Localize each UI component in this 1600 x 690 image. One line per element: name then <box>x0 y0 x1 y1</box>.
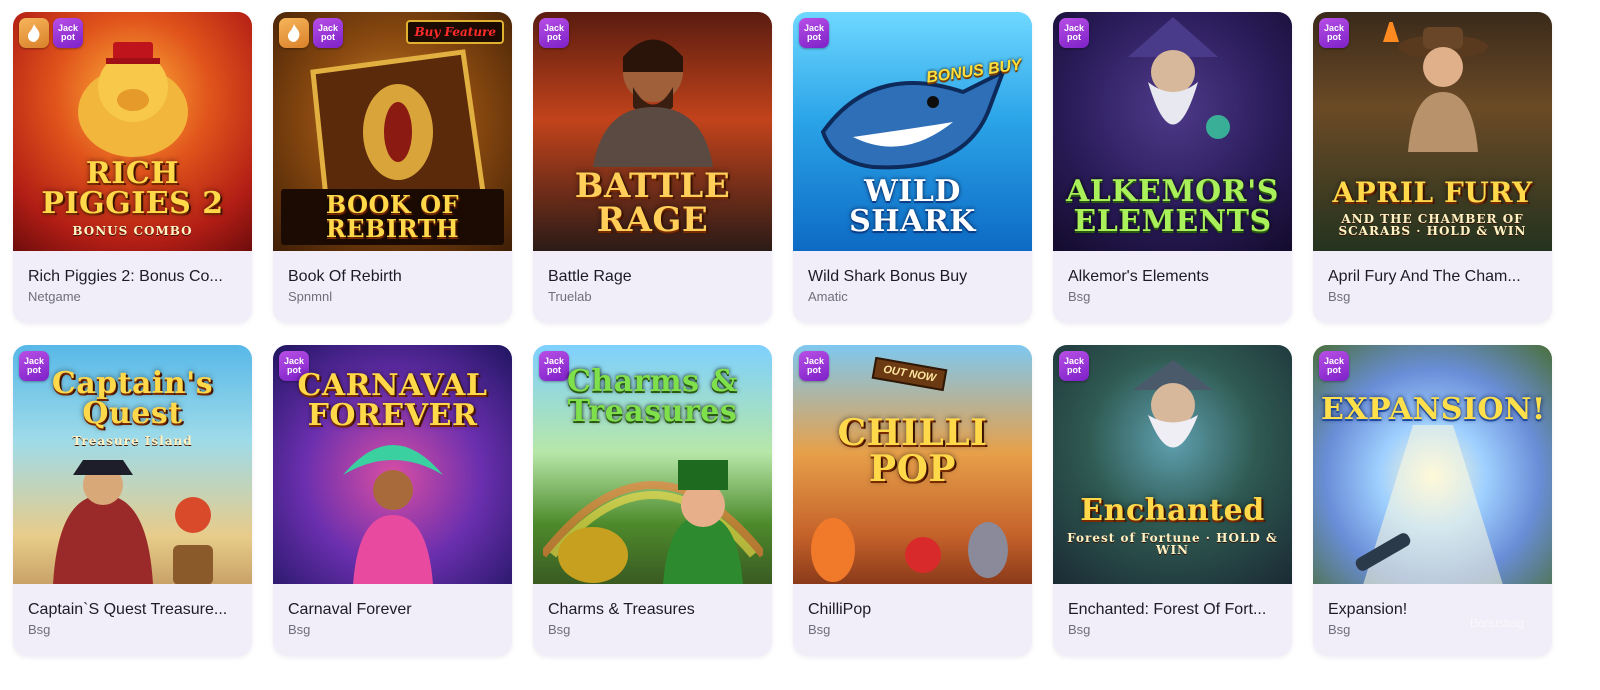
game-logo: Enchanted Forest of Fortune · HOLD & WIN <box>1067 493 1278 557</box>
jackpot-badge: Jack pot <box>53 18 83 48</box>
buy-feature-tag: Buy Feature <box>406 20 504 44</box>
jackpot-badge: Jack pot <box>1319 351 1349 381</box>
game-thumbnail[interactable]: Jack pot Charms & Treasures <box>533 345 772 584</box>
game-title[interactable]: Book Of Rebirth <box>288 267 497 286</box>
game-logo: BOOK OF REBIRTH <box>281 189 504 245</box>
game-thumbnail[interactable]: Jack pot Enchanted Forest of Fortune · HO… <box>1053 345 1292 584</box>
game-logo: CARNAVAL FOREVER <box>297 368 488 433</box>
bonus-buy-tag: BONUS BUY <box>925 56 1023 87</box>
game-info: Carnaval Forever Bsg <box>273 584 512 656</box>
game-thumbnail[interactable]: Jack pot ALKEMOR'S ELEMENTS <box>1053 12 1292 251</box>
game-info: Expansion! Bsg <box>1313 584 1552 656</box>
game-info: Book Of Rebirth Spnmnl <box>273 251 512 323</box>
game-provider: Bsg <box>1328 289 1351 304</box>
game-provider: Netgame <box>28 289 81 304</box>
jackpot-badge: Jack pot <box>279 351 309 381</box>
game-thumbnail[interactable]: Jack pot APRIL FURY AND THE CHAMBER OF SC… <box>1313 12 1552 251</box>
jackpot-badge: Jack pot <box>19 351 49 381</box>
game-logo: BATTLE RAGE <box>574 166 731 240</box>
game-provider: Truelab <box>548 289 592 304</box>
game-provider: Bsg <box>1068 622 1091 637</box>
game-title[interactable]: April Fury And The Cham... <box>1328 267 1537 286</box>
game-info: ChilliPop Bsg <box>793 584 1032 656</box>
jackpot-badge: Jack pot <box>799 18 829 48</box>
game-title[interactable]: Expansion! <box>1328 600 1537 619</box>
game-card-captains-quest[interactable]: Jack pot Captain's Quest Treasure Island … <box>13 345 252 656</box>
game-provider: Bsg <box>1328 622 1351 637</box>
game-title[interactable]: Battle Rage <box>548 267 757 286</box>
game-title[interactable]: Enchanted: Forest Of Fort... <box>1068 600 1277 619</box>
jackpot-badge: Jack pot <box>539 18 569 48</box>
game-info: Battle Rage Truelab <box>533 251 772 323</box>
game-card-chillipop[interactable]: Jack pot OUT NOW CHILLI POP ChilliPop Bsg <box>793 345 1032 656</box>
games-grid: Jack pot RICH PIGGIES 2 BONUS COMBO Rich … <box>13 12 1552 656</box>
game-thumbnail[interactable]: Jack pot OUT NOW CHILLI POP <box>793 345 1032 584</box>
game-thumbnail[interactable]: Jack pot EXPANSION! <box>1313 345 1552 584</box>
game-logo: ALKEMOR'S ELEMENTS <box>1066 174 1279 239</box>
game-provider: Spnmnl <box>288 289 333 304</box>
game-info: Enchanted: Forest Of Fort... Bsg <box>1053 584 1292 656</box>
out-now-tag: OUT NOW <box>871 356 948 392</box>
game-thumbnail[interactable]: Jack pot BONUS BUY WILD SHARK <box>793 12 1032 251</box>
game-card-book-of-rebirth[interactable]: Jack pot Buy Feature BOOK OF REBIRTH Book… <box>273 12 512 323</box>
game-provider: Bsg <box>548 622 571 637</box>
game-logo: WILD SHARK <box>849 174 976 239</box>
game-card-enchanted-forest[interactable]: Jack pot Enchanted Forest of Fortune · HO… <box>1053 345 1292 656</box>
jackpot-badge: Jack pot <box>799 351 829 381</box>
game-thumbnail[interactable]: Jack pot Buy Feature BOOK OF REBIRTH <box>273 12 512 251</box>
game-logo: CHILLI POP <box>837 412 988 490</box>
game-card-charms-treasures[interactable]: Jack pot Charms & Treasures Charms & Trea… <box>533 345 772 656</box>
game-logo: APRIL FURY AND THE CHAMBER OF SCARABS · … <box>1332 176 1533 238</box>
game-info: Wild Shark Bonus Buy Amatic <box>793 251 1032 323</box>
game-title[interactable]: Alkemor's Elements <box>1068 267 1277 286</box>
game-info: Rich Piggies 2: Bonus Co... Netgame <box>13 251 252 323</box>
game-thumbnail[interactable]: Jack pot CARNAVAL FOREVER <box>273 345 512 584</box>
game-thumbnail[interactable]: Jack pot BATTLE RAGE <box>533 12 772 251</box>
game-info: Charms & Treasures Bsg <box>533 584 772 656</box>
game-provider: Bsg <box>28 622 51 637</box>
game-provider: Bsg <box>1068 289 1091 304</box>
game-logo: RICH PIGGIES 2 BONUS COMBO <box>41 156 224 238</box>
game-card-alkemors-elements[interactable]: Jack pot ALKEMOR'S ELEMENTS Alkemor's Ele… <box>1053 12 1292 323</box>
jackpot-badge: Jack pot <box>1059 18 1089 48</box>
game-title[interactable]: ChilliPop <box>808 600 1017 619</box>
fire-icon <box>279 18 309 48</box>
game-logo: EXPANSION! <box>1321 392 1546 427</box>
game-title[interactable]: Captain`S Quest Treasure... <box>28 600 237 619</box>
game-card-wild-shark[interactable]: Jack pot BONUS BUY WILD SHARK Wild Shark … <box>793 12 1032 323</box>
game-card-april-fury[interactable]: Jack pot APRIL FURY AND THE CHAMBER OF SC… <box>1313 12 1552 323</box>
game-card-rich-piggies-2[interactable]: Jack pot RICH PIGGIES 2 BONUS COMBO Rich … <box>13 12 252 323</box>
game-info: Captain`S Quest Treasure... Bsg <box>13 584 252 656</box>
game-logo: Captain's Quest Treasure Island <box>51 366 214 448</box>
jackpot-badge: Jack pot <box>313 18 343 48</box>
game-info: April Fury And The Cham... Bsg <box>1313 251 1552 323</box>
jackpot-badge: Jack pot <box>539 351 569 381</box>
game-thumbnail[interactable]: Jack pot RICH PIGGIES 2 BONUS COMBO <box>13 12 252 251</box>
game-thumbnail[interactable]: Jack pot Captain's Quest Treasure Island <box>13 345 252 584</box>
game-provider: Bsg <box>288 622 311 637</box>
game-title[interactable]: Wild Shark Bonus Buy <box>808 267 1017 286</box>
game-title[interactable]: Carnaval Forever <box>288 600 497 619</box>
game-card-carnaval-forever[interactable]: Jack pot CARNAVAL FOREVER Carnaval Foreve… <box>273 345 512 656</box>
game-title[interactable]: Rich Piggies 2: Bonus Co... <box>28 267 237 286</box>
game-info: Alkemor's Elements Bsg <box>1053 251 1292 323</box>
game-card-expansion[interactable]: Jack pot EXPANSION! Expansion! Bsg Bonusb… <box>1313 345 1552 656</box>
game-provider: Amatic <box>808 289 848 304</box>
fire-icon <box>19 18 49 48</box>
jackpot-badge: Jack pot <box>1059 351 1089 381</box>
game-logo: Charms & Treasures <box>566 364 739 429</box>
game-provider: Bsg <box>808 622 831 637</box>
jackpot-badge: Jack pot <box>1319 18 1349 48</box>
game-card-battle-rage[interactable]: Jack pot BATTLE RAGE Battle Rage Truelab <box>533 12 772 323</box>
game-title[interactable]: Charms & Treasures <box>548 600 757 619</box>
